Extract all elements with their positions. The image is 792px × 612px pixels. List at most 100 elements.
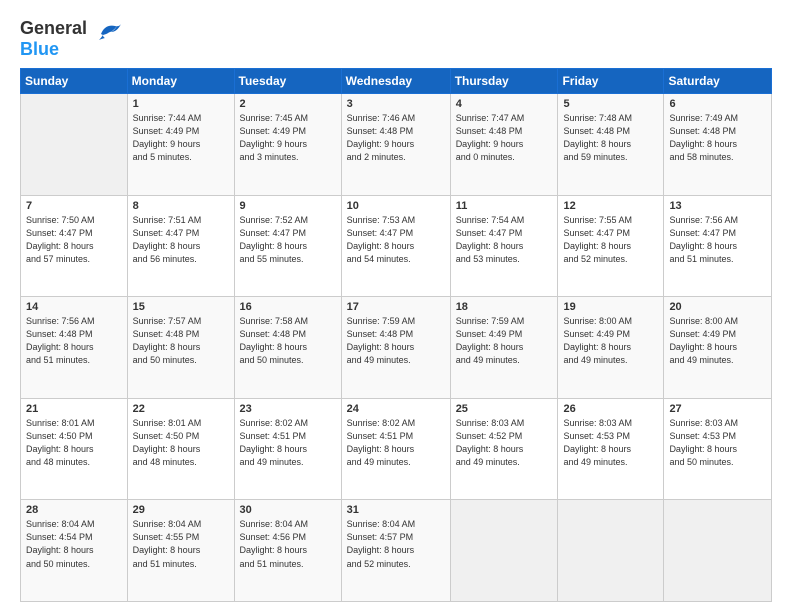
day-number: 6 — [669, 98, 766, 110]
day-of-week-header: Wednesday — [341, 69, 450, 94]
day-number: 5 — [563, 98, 658, 110]
day-info: Sunrise: 7:58 AMSunset: 4:48 PMDaylight:… — [240, 315, 336, 367]
calendar-cell: 8Sunrise: 7:51 AMSunset: 4:47 PMDaylight… — [127, 195, 234, 297]
calendar-week-row: 28 Sunrise: 8:04 AMSunset: 4:54 PMDayligh… — [21, 500, 772, 602]
day-number: 31 — [347, 504, 445, 516]
day-info: Sunrise: 7:53 AMSunset: 4:47 PMDaylight:… — [347, 214, 445, 266]
day-info: Sunrise: 7:56 AMSunset: 4:47 PMDaylight:… — [669, 214, 766, 266]
day-info: Sunrise: 8:04 AMSunset: 4:56 PMDaylight:… — [240, 518, 336, 570]
day-info: Sunrise: 8:01 AMSunset: 4:50 PMDaylight:… — [133, 417, 229, 469]
day-number: 8 — [133, 200, 229, 212]
calendar-header-row: SundayMondayTuesdayWednesdayThursdayFrid… — [21, 69, 772, 94]
day-info: Sunrise: 7:49 AMSunset: 4:48 PMDaylight:… — [669, 112, 766, 164]
day-number: 20 — [669, 301, 766, 313]
day-info: Sunrise: 8:04 AMSunset: 4:54 PMDaylight:… — [26, 518, 122, 570]
day-number: 12 — [563, 200, 658, 212]
calendar-cell: 16Sunrise: 7:58 AMSunset: 4:48 PMDayligh… — [234, 297, 341, 399]
day-number: 13 — [669, 200, 766, 212]
day-info: Sunrise: 7:54 AMSunset: 4:47 PMDaylight:… — [456, 214, 553, 266]
day-number: 7 — [26, 200, 122, 212]
calendar-cell: 9 Sunrise: 7:52 AMSunset: 4:47 PMDaylight… — [234, 195, 341, 297]
day-info: Sunrise: 7:59 AMSunset: 4:48 PMDaylight:… — [347, 315, 445, 367]
calendar-cell: 12 Sunrise: 7:55 AMSunset: 4:47 PMDayligh… — [558, 195, 664, 297]
day-number: 11 — [456, 200, 553, 212]
day-number: 15 — [133, 301, 229, 313]
day-number: 28 — [26, 504, 122, 516]
calendar-cell: 30 Sunrise: 8:04 AMSunset: 4:56 PMDayligh… — [234, 500, 341, 602]
day-info: Sunrise: 7:52 AMSunset: 4:47 PMDaylight:… — [240, 214, 336, 266]
calendar-cell: 20Sunrise: 8:00 AMSunset: 4:49 PMDayligh… — [664, 297, 772, 399]
day-of-week-header: Tuesday — [234, 69, 341, 94]
calendar-cell — [450, 500, 558, 602]
calendar-cell — [558, 500, 664, 602]
calendar-cell: 4Sunrise: 7:47 AMSunset: 4:48 PMDaylight… — [450, 94, 558, 196]
calendar-cell: 19 Sunrise: 8:00 AMSunset: 4:49 PMDayligh… — [558, 297, 664, 399]
calendar-week-row: 21 Sunrise: 8:01 AMSunset: 4:50 PMDayligh… — [21, 398, 772, 500]
calendar-cell — [21, 94, 128, 196]
day-number: 25 — [456, 403, 553, 415]
day-of-week-header: Thursday — [450, 69, 558, 94]
day-number: 29 — [133, 504, 229, 516]
calendar-cell: 26 Sunrise: 8:03 AMSunset: 4:53 PMDayligh… — [558, 398, 664, 500]
calendar-cell: 23Sunrise: 8:02 AMSunset: 4:51 PMDayligh… — [234, 398, 341, 500]
logo-text: GeneralBlue — [20, 18, 87, 60]
day-info: Sunrise: 7:46 AMSunset: 4:48 PMDaylight:… — [347, 112, 445, 164]
day-number: 23 — [240, 403, 336, 415]
calendar-cell: 5 Sunrise: 7:48 AMSunset: 4:48 PMDaylight… — [558, 94, 664, 196]
calendar-week-row: 7Sunrise: 7:50 AMSunset: 4:47 PMDaylight… — [21, 195, 772, 297]
day-number: 1 — [133, 98, 229, 110]
calendar-cell: 22 Sunrise: 8:01 AMSunset: 4:50 PMDayligh… — [127, 398, 234, 500]
day-info: Sunrise: 8:03 AMSunset: 4:52 PMDaylight:… — [456, 417, 553, 469]
logo: GeneralBlue — [20, 18, 125, 60]
day-number: 2 — [240, 98, 336, 110]
day-number: 9 — [240, 200, 336, 212]
day-info: Sunrise: 8:03 AMSunset: 4:53 PMDaylight:… — [563, 417, 658, 469]
calendar-cell: 1 Sunrise: 7:44 AMSunset: 4:49 PMDaylight… — [127, 94, 234, 196]
day-number: 24 — [347, 403, 445, 415]
day-info: Sunrise: 7:59 AMSunset: 4:49 PMDaylight:… — [456, 315, 553, 367]
page: GeneralBlue SundayMondayTuesdayWednesday… — [0, 0, 792, 612]
day-number: 10 — [347, 200, 445, 212]
day-of-week-header: Saturday — [664, 69, 772, 94]
day-number: 26 — [563, 403, 658, 415]
day-info: Sunrise: 8:00 AMSunset: 4:49 PMDaylight:… — [563, 315, 658, 367]
calendar-cell: 13 Sunrise: 7:56 AMSunset: 4:47 PMDayligh… — [664, 195, 772, 297]
logo-bird-icon — [93, 18, 125, 50]
day-number: 30 — [240, 504, 336, 516]
day-info: Sunrise: 7:45 AMSunset: 4:49 PMDaylight:… — [240, 112, 336, 164]
day-info: Sunrise: 7:48 AMSunset: 4:48 PMDaylight:… — [563, 112, 658, 164]
day-number: 22 — [133, 403, 229, 415]
day-of-week-header: Friday — [558, 69, 664, 94]
calendar-cell: 21 Sunrise: 8:01 AMSunset: 4:50 PMDayligh… — [21, 398, 128, 500]
day-number: 3 — [347, 98, 445, 110]
day-info: Sunrise: 7:57 AMSunset: 4:48 PMDaylight:… — [133, 315, 229, 367]
day-info: Sunrise: 8:04 AMSunset: 4:57 PMDaylight:… — [347, 518, 445, 570]
calendar-cell: 7Sunrise: 7:50 AMSunset: 4:47 PMDaylight… — [21, 195, 128, 297]
calendar-cell: 24 Sunrise: 8:02 AMSunset: 4:51 PMDayligh… — [341, 398, 450, 500]
calendar-cell: 15 Sunrise: 7:57 AMSunset: 4:48 PMDayligh… — [127, 297, 234, 399]
calendar-cell: 18Sunrise: 7:59 AMSunset: 4:49 PMDayligh… — [450, 297, 558, 399]
calendar-cell: 14Sunrise: 7:56 AMSunset: 4:48 PMDayligh… — [21, 297, 128, 399]
day-info: Sunrise: 8:02 AMSunset: 4:51 PMDaylight:… — [347, 417, 445, 469]
day-info: Sunrise: 8:04 AMSunset: 4:55 PMDaylight:… — [133, 518, 229, 570]
day-info: Sunrise: 7:47 AMSunset: 4:48 PMDaylight:… — [456, 112, 553, 164]
day-number: 21 — [26, 403, 122, 415]
calendar-cell: 11 Sunrise: 7:54 AMSunset: 4:47 PMDayligh… — [450, 195, 558, 297]
calendar: SundayMondayTuesdayWednesdayThursdayFrid… — [20, 68, 772, 602]
calendar-cell: 31 Sunrise: 8:04 AMSunset: 4:57 PMDayligh… — [341, 500, 450, 602]
day-info: Sunrise: 7:56 AMSunset: 4:48 PMDaylight:… — [26, 315, 122, 367]
day-number: 27 — [669, 403, 766, 415]
calendar-cell: 2 Sunrise: 7:45 AMSunset: 4:49 PMDaylight… — [234, 94, 341, 196]
day-info: Sunrise: 7:55 AMSunset: 4:47 PMDaylight:… — [563, 214, 658, 266]
calendar-cell: 17 Sunrise: 7:59 AMSunset: 4:48 PMDayligh… — [341, 297, 450, 399]
day-of-week-header: Monday — [127, 69, 234, 94]
day-number: 19 — [563, 301, 658, 313]
day-info: Sunrise: 8:01 AMSunset: 4:50 PMDaylight:… — [26, 417, 122, 469]
calendar-cell: 10 Sunrise: 7:53 AMSunset: 4:47 PMDayligh… — [341, 195, 450, 297]
calendar-week-row: 14Sunrise: 7:56 AMSunset: 4:48 PMDayligh… — [21, 297, 772, 399]
day-number: 17 — [347, 301, 445, 313]
day-of-week-header: Sunday — [21, 69, 128, 94]
day-info: Sunrise: 7:44 AMSunset: 4:49 PMDaylight:… — [133, 112, 229, 164]
day-info: Sunrise: 8:03 AMSunset: 4:53 PMDaylight:… — [669, 417, 766, 469]
calendar-cell: 27 Sunrise: 8:03 AMSunset: 4:53 PMDayligh… — [664, 398, 772, 500]
